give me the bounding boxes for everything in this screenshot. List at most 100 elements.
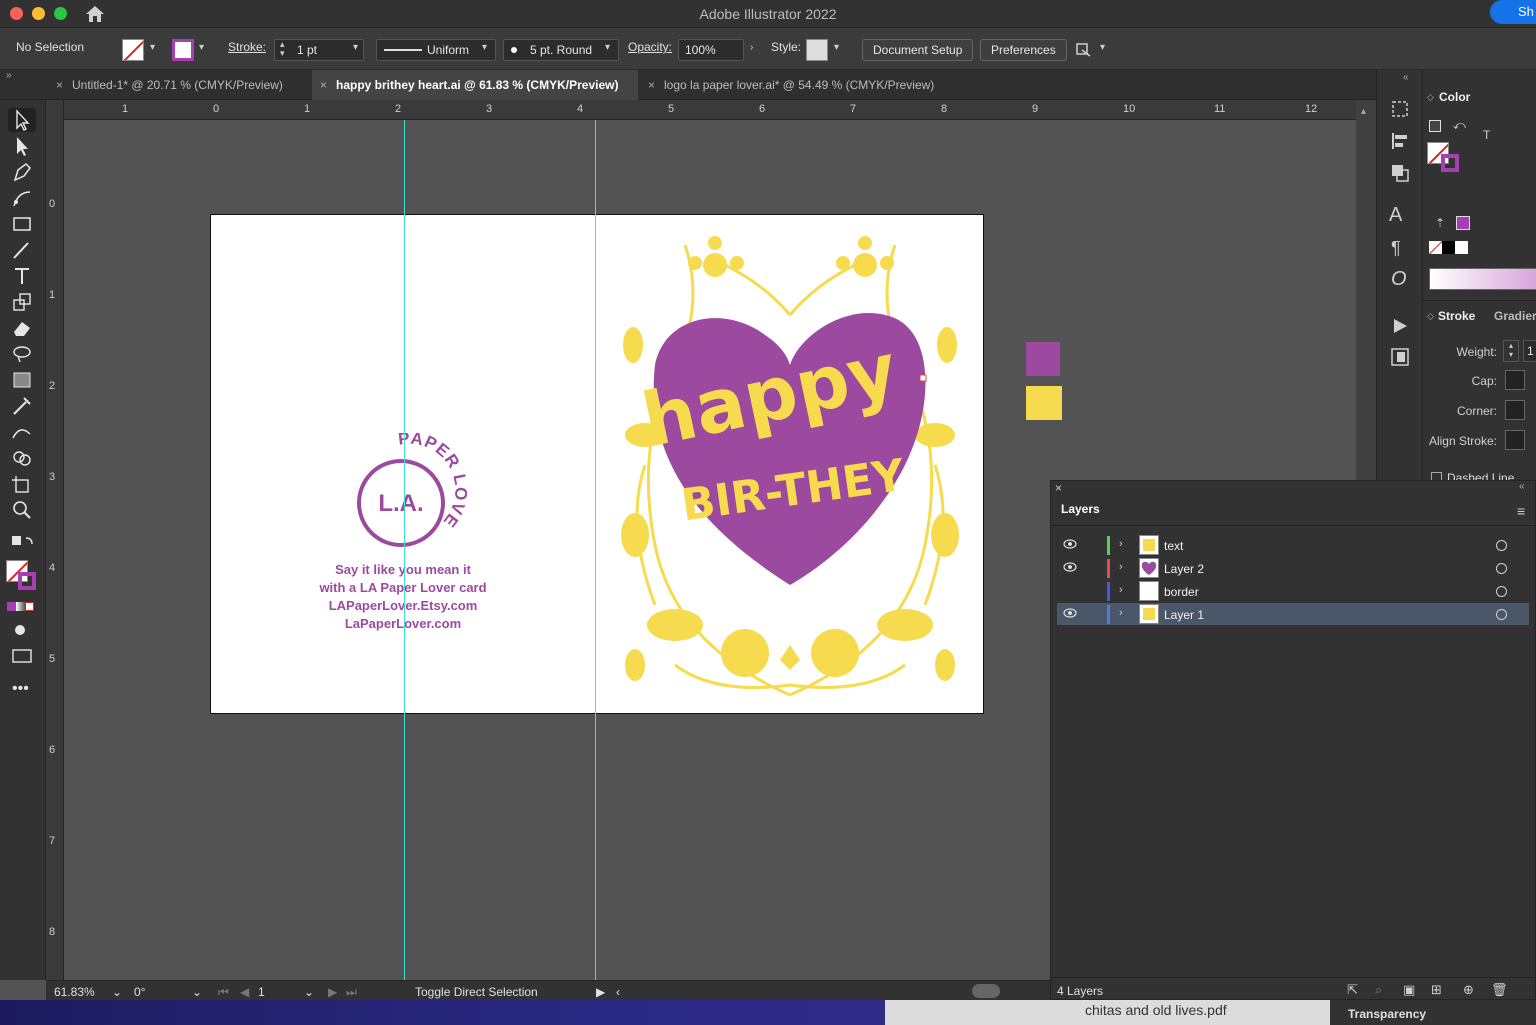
artboard-number[interactable]: 1 (258, 985, 265, 999)
tab-untitled[interactable]: × Untitled-1* @ 20.71 % (CMYK/Preview) (48, 70, 310, 100)
links-panel-icon[interactable] (1389, 346, 1411, 368)
collapse-panel-icon[interactable]: « (1519, 481, 1525, 492)
locate-object-icon[interactable]: ⌕ (1375, 982, 1382, 998)
clipping-mask-icon[interactable]: ▣ (1403, 982, 1415, 998)
draw-mode-icon[interactable] (8, 618, 36, 642)
layer-row-text[interactable]: › text (1057, 534, 1529, 556)
paragraph-panel-icon[interactable]: ¶ (1391, 238, 1401, 259)
opentype-panel-icon[interactable]: O (1391, 268, 1407, 291)
stepper-icon[interactable]: ▴ ▾ (280, 40, 285, 58)
chevron-down-icon[interactable]: ▾ (1100, 42, 1105, 53)
horizontal-ruler[interactable]: 1 0 1 2 3 4 5 6 7 8 9 10 11 12 (64, 100, 1356, 120)
gradient-panel-tab[interactable]: Gradier (1494, 309, 1536, 323)
layer-name[interactable]: Layer 2 (1164, 562, 1204, 576)
brush-select[interactable]: 5 pt. Round (503, 39, 619, 61)
color-modes-icon[interactable] (7, 600, 37, 611)
document-setup-button[interactable]: Document Setup (862, 39, 974, 61)
quick-swatches[interactable] (1429, 241, 1471, 255)
pathfinder-panel-icon[interactable] (1389, 162, 1411, 184)
share-button[interactable]: Sh (1490, 0, 1536, 24)
lasso-tool-icon[interactable] (8, 342, 36, 366)
align-center-button[interactable] (1505, 430, 1525, 450)
chevron-down-icon[interactable]: ▾ (199, 42, 204, 53)
previous-artboard-icon[interactable]: ◀ (240, 985, 249, 999)
transparency-panel-header[interactable]: Transparency (1330, 1000, 1536, 1025)
more-tools-icon[interactable]: ••• (12, 680, 29, 698)
new-layer-icon[interactable]: ⊕ (1463, 982, 1474, 998)
scroll-left-icon[interactable]: ‹ (616, 985, 620, 999)
paintbrush-tool-icon[interactable] (8, 238, 36, 262)
target-circle-icon[interactable] (1496, 586, 1507, 597)
expand-chevron-icon[interactable]: › (1119, 538, 1123, 550)
guide-line[interactable] (404, 120, 405, 980)
visibility-eye-icon[interactable] (1063, 538, 1077, 550)
target-circle-icon[interactable] (1496, 563, 1507, 574)
stroke-label[interactable]: Stroke: (228, 40, 266, 54)
rectangle-tool-icon[interactable] (8, 212, 36, 236)
eyedropper-tool-icon[interactable] (8, 394, 36, 418)
panel-expand-icon[interactable]: ◇ (1427, 92, 1434, 103)
layers-panel-title[interactable]: Layers (1061, 502, 1100, 516)
transform-panel-icon[interactable] (1389, 98, 1411, 120)
tab-logo-la-paper-lover[interactable]: × logo la paper lover.ai* @ 54.49 % (CMY… (640, 70, 970, 100)
close-tab-icon[interactable]: × (648, 78, 655, 92)
weight-stepper[interactable]: ▴ ▾ (1503, 340, 1519, 362)
anchor-point[interactable] (919, 374, 927, 382)
zoom-tool-icon[interactable] (8, 498, 36, 522)
layer-row-border[interactable]: › border (1057, 580, 1529, 602)
layer-name[interactable]: border (1164, 585, 1199, 599)
dock-file[interactable]: chitas and old lives.pdf (885, 1000, 1330, 1025)
direct-selection-tool-icon[interactable] (8, 134, 36, 158)
swap-colors-icon[interactable]: ⤺ (1453, 118, 1466, 133)
panel-expand-icon[interactable]: ◇ (1427, 311, 1434, 322)
expand-chevron-icon[interactable]: › (1119, 561, 1123, 573)
curvature-tool-icon[interactable] (8, 186, 36, 210)
miter-join-button[interactable] (1505, 400, 1525, 420)
collapse-panels-icon[interactable]: « (1403, 72, 1409, 83)
layer-name[interactable]: Layer 1 (1164, 608, 1204, 622)
chevron-down-icon[interactable]: ▾ (834, 42, 839, 53)
horizontal-scroll-thumb[interactable] (972, 984, 1000, 998)
panel-menu-icon[interactable]: ≡ (1517, 503, 1525, 519)
tab-happy-brithey-heart[interactable]: × happy brithey heart.ai @ 61.83 % (CMYK… (312, 70, 638, 100)
chevron-down-icon[interactable]: ⌄ (304, 985, 314, 999)
visibility-eye-icon[interactable] (1063, 607, 1077, 619)
gradient-tool-icon[interactable] (8, 368, 36, 392)
guide-line[interactable] (595, 120, 596, 980)
chevron-down-icon[interactable]: ▾ (150, 42, 155, 53)
first-artboard-icon[interactable]: ⏮ (218, 985, 229, 1000)
rotation-value[interactable]: 0° (134, 985, 145, 999)
layer-row-layer-1[interactable]: › Layer 1 (1057, 603, 1529, 625)
butt-cap-button[interactable] (1505, 370, 1525, 390)
zoom-level[interactable]: 61.83% (54, 985, 95, 999)
opacity-label[interactable]: Opacity: (628, 40, 672, 54)
preferences-button[interactable]: Preferences (980, 39, 1067, 61)
expand-chevron-icon[interactable]: › (1119, 607, 1123, 619)
scale-tool-icon[interactable] (8, 290, 36, 314)
expand-chevron-icon[interactable]: › (1119, 584, 1123, 596)
artboard[interactable]: L.A. PAPER LOVER Say it like you mean it… (210, 214, 984, 714)
arrange-icon[interactable] (1074, 40, 1094, 60)
stroke-panel-title[interactable]: Stroke (1438, 309, 1475, 323)
stroke-weight-field[interactable]: 1 pt (274, 39, 364, 61)
trash-icon[interactable]: 🗑 (1491, 982, 1508, 998)
vertical-ruler[interactable]: 0 1 2 3 4 5 6 7 8 (46, 100, 64, 980)
swap-fill-stroke-icon[interactable] (8, 532, 36, 552)
selection-tool-icon[interactable] (8, 108, 36, 132)
actions-panel-icon[interactable] (1389, 316, 1411, 336)
chevron-down-icon[interactable]: ▾ (353, 42, 358, 53)
layer-name[interactable]: text (1164, 539, 1183, 553)
color-panel-title[interactable]: Color (1439, 90, 1470, 104)
target-circle-icon[interactable] (1496, 540, 1507, 551)
weight-field[interactable]: 1 (1523, 340, 1536, 362)
artboard-tool-icon[interactable] (8, 472, 36, 496)
last-color-swatch[interactable] (1456, 216, 1470, 230)
new-sublayer-icon[interactable]: ⊞ (1431, 982, 1442, 998)
export-icon[interactable]: ⇱ (1347, 982, 1358, 998)
expand-toolbar-icon[interactable]: » (6, 70, 12, 81)
default-colors-icon[interactable] (1429, 120, 1441, 132)
blend-tool-icon[interactable] (8, 420, 36, 444)
color-spectrum-bar[interactable] (1429, 268, 1536, 290)
chevron-down-icon[interactable]: ⌄ (112, 985, 122, 999)
scroll-up-icon[interactable]: ▴ (1361, 106, 1366, 117)
